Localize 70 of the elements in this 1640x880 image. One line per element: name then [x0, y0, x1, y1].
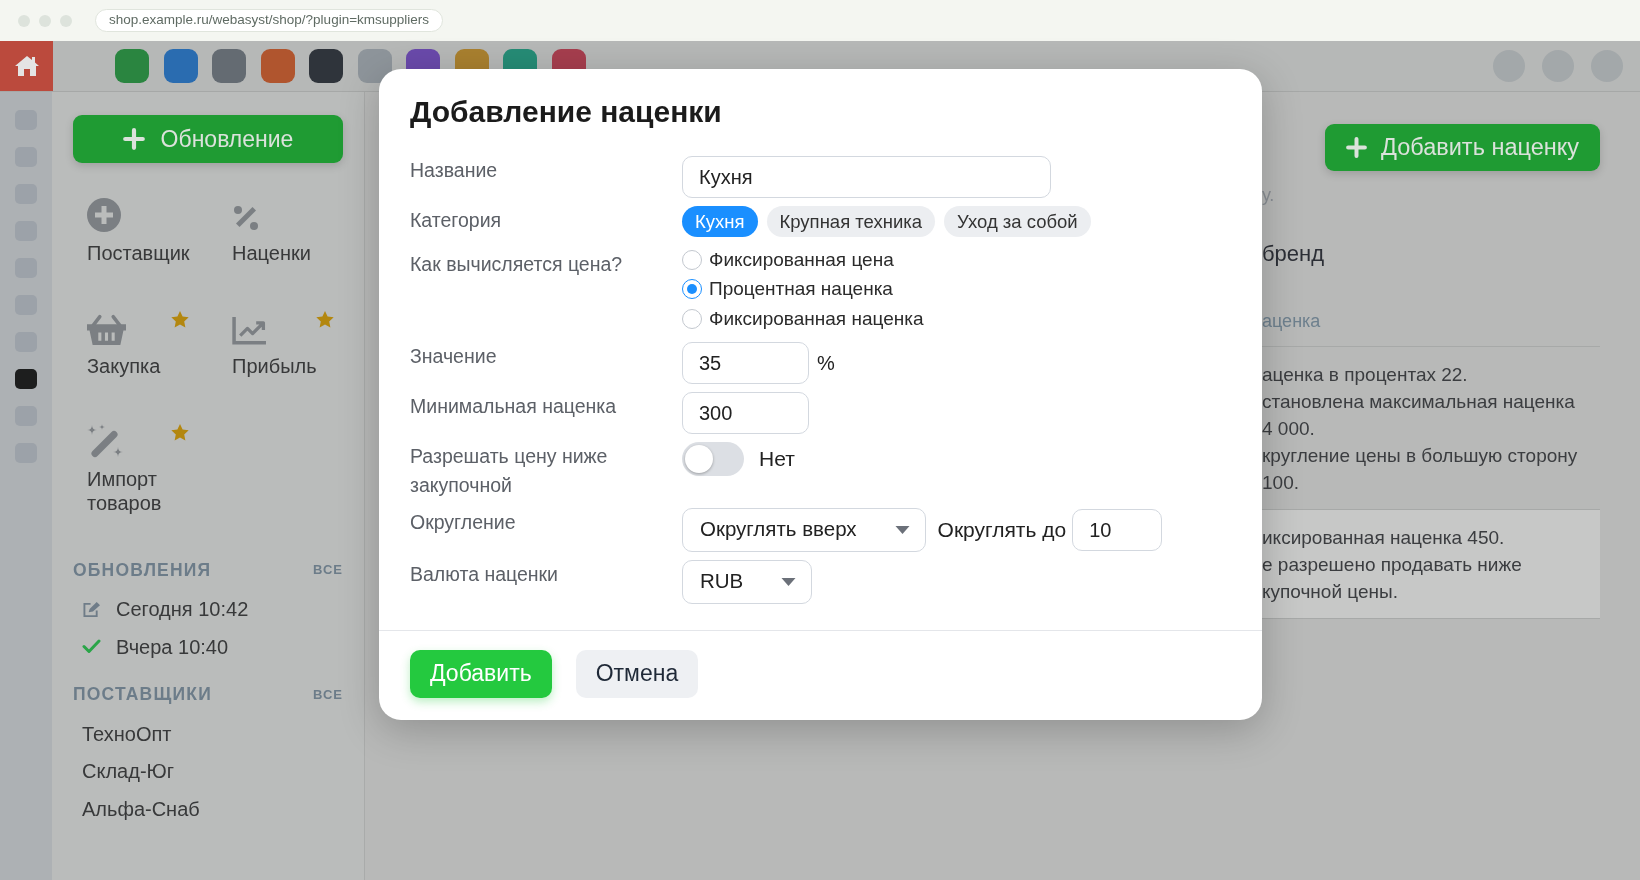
caret-icon	[781, 577, 797, 586]
star-icon	[171, 424, 189, 441]
field-label: Округление	[410, 509, 517, 535]
radio-label[interactable]: Фиксированная цена	[709, 245, 894, 274]
dialog-title: Добавление наценки	[410, 95, 723, 129]
sidebar-link[interactable]: Альфа-Снаб	[82, 793, 200, 824]
sidebar-link[interactable]: Вчера 10:40	[116, 631, 229, 662]
category-chip[interactable]: Уход за собой	[944, 206, 1091, 237]
field-label: Категория	[410, 208, 503, 233]
row-text: 100.	[1262, 471, 1300, 495]
caret-icon	[894, 525, 910, 534]
radio-button[interactable]	[682, 279, 702, 300]
nav-link[interactable]: Импорт товаров	[87, 467, 209, 515]
category-chip[interactable]: Крупная техника	[766, 206, 936, 237]
field-label: Разрешать цену ниже закупочной	[410, 443, 609, 498]
dropdown[interactable]: Округлять вверх	[682, 507, 926, 552]
edit-icon	[82, 600, 101, 618]
star-icon	[171, 311, 189, 328]
field-label: Как вычисляется цена?	[410, 252, 624, 277]
nav-link[interactable]: Закупка	[87, 354, 209, 378]
rail-item[interactable]	[15, 369, 37, 389]
toggle-label: Нет	[759, 445, 795, 472]
nav-link[interactable]: Прибыль	[232, 354, 354, 378]
field-label: Минимальная наценка	[410, 393, 618, 419]
row-text: е разрешено продавать ниже	[1262, 553, 1523, 577]
column-header: аценка	[1262, 311, 1321, 331]
plus-icon	[1346, 137, 1367, 158]
row-text: становлена максимальная наценка	[1262, 390, 1576, 414]
basket-icon[interactable]	[87, 314, 126, 345]
home-icon	[13, 55, 40, 77]
percent-icon[interactable]	[232, 204, 260, 232]
app-icon[interactable]	[309, 49, 343, 83]
plus-icon	[122, 128, 145, 150]
text-field[interactable]: Кухня	[682, 156, 1051, 198]
sidebar-link[interactable]: ТехноОпт	[82, 718, 172, 749]
radio-label[interactable]: Фиксированная наценка	[709, 304, 924, 333]
radio-button[interactable]	[682, 308, 702, 329]
cancel-button[interactable]: Отмена	[575, 649, 699, 698]
radio-button[interactable]	[682, 249, 702, 270]
number-field[interactable]: 35	[682, 341, 809, 384]
home-button[interactable]	[0, 41, 53, 91]
row-text: кругление цены в большую сторону	[1262, 444, 1579, 468]
toggle-switch[interactable]	[682, 441, 744, 476]
number-field[interactable]: 10	[1072, 508, 1163, 551]
sidebar-link[interactable]: Сегодня 10:42	[116, 594, 249, 624]
number-field[interactable]: 300	[682, 391, 809, 434]
field-label: Валюта наценки	[410, 561, 559, 587]
row-text: иксированная наценка 450.	[1262, 526, 1506, 550]
row-text: аценка в процентах 22.	[1262, 363, 1469, 387]
category-chip[interactable]: Кухня	[682, 206, 758, 237]
nav-link[interactable]: Поставщик	[87, 241, 209, 265]
address-bar[interactable]: shop.example.ru/webasyst/shop/?plugin=kmsuppliers	[95, 9, 444, 32]
line-chart-icon[interactable]	[232, 316, 267, 345]
star-icon	[316, 311, 334, 328]
sidebar-link[interactable]: Склад-Юг	[82, 756, 175, 786]
field-label: Значение	[410, 343, 498, 369]
nav-link[interactable]: Наценки	[232, 241, 354, 265]
field-label: Название	[410, 158, 499, 183]
field-label: Округлять до	[937, 516, 1067, 543]
unit-label: %	[817, 350, 835, 376]
magic-wand-icon[interactable]	[87, 424, 123, 458]
radio-label[interactable]: Процентная наценка	[709, 275, 893, 304]
row-text: купочной цены.	[1262, 580, 1399, 604]
dropdown[interactable]: RUB	[682, 559, 813, 604]
section-title: ПОСТАВЩИКИ	[73, 683, 212, 707]
section-heading: бренд	[1262, 240, 1326, 268]
app-icon[interactable]	[357, 49, 392, 83]
check-icon	[82, 639, 101, 654]
section-title: ОБНОВЛЕНИЯ	[73, 558, 212, 582]
row-text: 4 000.	[1262, 417, 1316, 441]
